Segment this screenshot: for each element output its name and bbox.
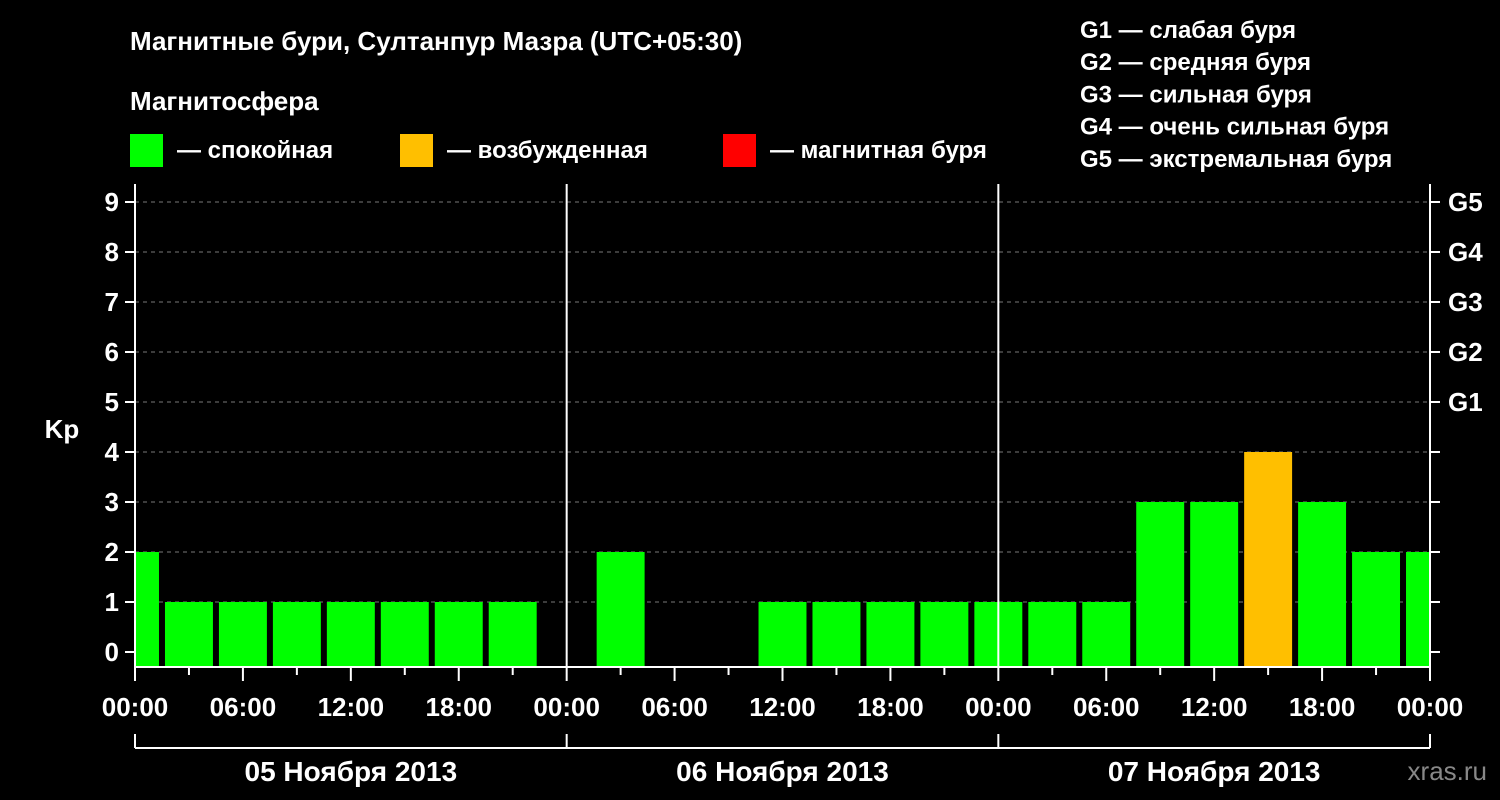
legend-swatch (723, 134, 756, 167)
kp-bar (596, 552, 645, 667)
y-tick-label: 1 (105, 587, 119, 617)
kp-bar (380, 602, 429, 667)
x-tick-label: 00:00 (102, 692, 169, 722)
kp-bar (1136, 502, 1185, 667)
y-axis-label: Kp (45, 414, 80, 444)
y-tick-label: 6 (105, 337, 119, 367)
kp-bar (272, 602, 321, 667)
kp-bar (434, 602, 483, 667)
kp-bar (920, 602, 969, 667)
legend-swatch (130, 134, 163, 167)
x-tick-label: 06:00 (1073, 692, 1140, 722)
kp-bar (1298, 502, 1347, 667)
x-tick-label: 12:00 (318, 692, 385, 722)
g-tick-label: G1 (1448, 387, 1483, 417)
y-tick-label: 2 (105, 537, 119, 567)
x-tick-label: 12:00 (1181, 692, 1248, 722)
kp-bar (1406, 552, 1429, 667)
kp-bar (1082, 602, 1131, 667)
watermark: xras.ru (1408, 756, 1487, 786)
kp-chart: Магнитные бури, Султанпур Мазра (UTC+05:… (45, 17, 1487, 787)
day-label: 05 Ноября 2013 (245, 756, 458, 787)
g-scale-item: G3 — сильная буря (1080, 81, 1312, 108)
day-label: 06 Ноября 2013 (676, 756, 889, 787)
day-label: 07 Ноября 2013 (1108, 756, 1321, 787)
magnetosphere-legend: — спокойная — возбужденная — магнитная бур… (130, 134, 987, 167)
kp-bar (488, 602, 537, 667)
legend-swatch (400, 134, 433, 167)
g-scale-item: G5 — экстремальная буря (1080, 146, 1392, 173)
g-tick-label: G4 (1448, 237, 1483, 267)
kp-bar (326, 602, 375, 667)
kp-bar (1352, 552, 1401, 667)
kp-bar (1028, 602, 1077, 667)
g-tick-label: G2 (1448, 337, 1483, 367)
g-scale-item: G4 — очень сильная буря (1080, 114, 1389, 141)
kp-bar (218, 602, 267, 667)
y-tick-label: 8 (105, 237, 119, 267)
kp-bar (1190, 502, 1239, 667)
x-tick-label: 12:00 (749, 692, 816, 722)
chart-bars (136, 452, 1429, 667)
g-scale-item: G2 — средняя буря (1080, 49, 1311, 76)
y-tick-label: 7 (105, 287, 119, 317)
kp-bar (136, 552, 159, 667)
kp-bar (812, 602, 861, 667)
x-tick-label: 00:00 (965, 692, 1032, 722)
y-tick-label: 3 (105, 487, 119, 517)
g-scale-legend: G1 — слабая буря G2 — средняя буря G3 — си… (1080, 17, 1392, 173)
x-tick-label: 00:00 (1397, 692, 1464, 722)
g-tick-label: G5 (1448, 187, 1483, 217)
kp-bar (866, 602, 915, 667)
y-tick-label: 0 (105, 637, 119, 667)
kp-bar (1244, 452, 1293, 667)
legend-label: — спокойная (177, 137, 333, 164)
g-tick-label: G3 (1448, 287, 1483, 317)
y-tick-label: 9 (105, 187, 119, 217)
y-tick-label: 5 (105, 387, 119, 417)
legend-label: — магнитная буря (770, 137, 987, 164)
kp-bar (164, 602, 213, 667)
legend-label: — возбужденная (447, 137, 648, 164)
g-scale-item: G1 — слабая буря (1080, 17, 1296, 44)
legend-heading: Магнитосфера (130, 86, 319, 116)
x-tick-label: 06:00 (210, 692, 277, 722)
chart-title: Магнитные бури, Султанпур Мазра (UTC+05:… (130, 26, 742, 56)
x-tick-label: 18:00 (1289, 692, 1356, 722)
x-tick-label: 06:00 (641, 692, 708, 722)
x-tick-label: 18:00 (426, 692, 493, 722)
y-tick-label: 4 (105, 437, 120, 467)
x-tick-label: 00:00 (533, 692, 600, 722)
kp-bar (758, 602, 807, 667)
x-tick-label: 18:00 (857, 692, 924, 722)
